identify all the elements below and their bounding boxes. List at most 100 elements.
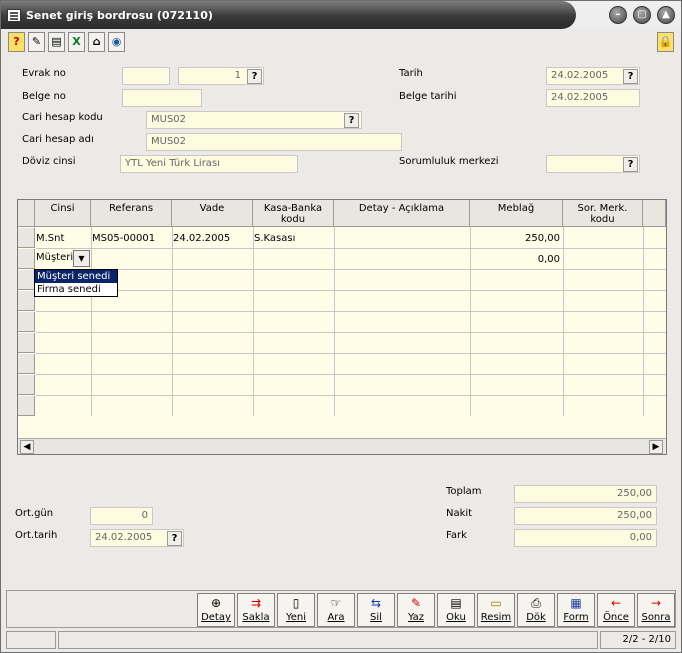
grid-line xyxy=(36,269,666,270)
help-icon[interactable]: ? xyxy=(8,32,25,52)
scroll-right-icon[interactable]: ▶ xyxy=(649,440,663,454)
belge-no-field[interactable] xyxy=(122,89,202,107)
evrak-no-lookup-button[interactable]: ? xyxy=(247,69,262,84)
cell-meblag[interactable]: 250,00 xyxy=(525,233,560,244)
oku-button[interactable]: ▤ Oku xyxy=(437,593,475,627)
row-header[interactable] xyxy=(18,354,35,374)
nakit-field: 250,00 xyxy=(514,507,657,525)
sil-label: Sil xyxy=(370,612,382,623)
col-header-detay[interactable]: Detay - Açıklama xyxy=(334,200,470,227)
yaz-button[interactable]: ✎ Yaz xyxy=(397,593,435,627)
oku-label: Oku xyxy=(446,612,466,623)
prev-icon: ← xyxy=(610,596,622,610)
toplam-field: 250,00 xyxy=(514,485,657,503)
row-header[interactable] xyxy=(18,375,35,395)
edit-icon[interactable]: ✎ xyxy=(28,32,45,52)
col-header-meblag[interactable]: Meblağ xyxy=(470,200,563,227)
zoom-icon: ⊕ xyxy=(210,596,222,610)
belge-tarihi-field[interactable]: 24.02.2005 xyxy=(546,89,640,107)
evrak-no-series-field[interactable] xyxy=(122,67,170,85)
ara-button[interactable]: ☞ Ara xyxy=(317,593,355,627)
col-header-sor[interactable]: Sor. Merk. kodu xyxy=(563,200,643,227)
yaz-label: Yaz xyxy=(407,612,425,623)
window-app-icon xyxy=(7,9,21,22)
row-header[interactable] xyxy=(18,396,35,416)
row-header[interactable] xyxy=(18,312,35,332)
sonra-button[interactable]: → Sonra xyxy=(637,593,675,627)
view-icon[interactable]: ◉ xyxy=(108,32,125,52)
sonra-label: Sonra xyxy=(641,612,671,623)
dok-label: Dök xyxy=(526,612,546,623)
resim-button[interactable]: ▭ Resim xyxy=(477,593,515,627)
nakit-label: Nakit xyxy=(446,508,473,519)
cari-kod-field[interactable]: MUS02 xyxy=(146,111,362,129)
ort-gun-field[interactable]: 0 xyxy=(90,507,153,525)
yeni-button[interactable]: ▯ Yeni xyxy=(277,593,315,627)
row-header[interactable] xyxy=(18,249,35,269)
grid-line xyxy=(36,248,666,249)
chevron-down-icon[interactable]: ▼ xyxy=(73,250,90,267)
dropdown-option[interactable]: Müşteri senedi xyxy=(35,270,117,283)
home-icon[interactable]: ⌂ xyxy=(88,32,105,52)
senet-grid[interactable]: Cinsi Referans Vade Kasa-Banka kodu Deta… xyxy=(17,199,667,455)
detay-label: Detay xyxy=(201,612,231,623)
col-header-kasa[interactable]: Kasa-Banka kodu xyxy=(253,200,334,227)
cinsi-dropdown-list[interactable]: Müşteri senedi Firma senedi xyxy=(34,269,118,297)
dok-button[interactable]: ⎙ Dök xyxy=(517,593,555,627)
sil-button[interactable]: ⇆ Sil xyxy=(357,593,395,627)
title-tab: Senet giriş bordrosu (072110) xyxy=(1,1,576,29)
once-button[interactable]: ← Önce xyxy=(597,593,635,627)
cell-cinsi-edit[interactable]: Müşteri s xyxy=(36,252,73,263)
form-icon: ▦ xyxy=(570,596,582,610)
minimize-button[interactable]: – xyxy=(609,6,627,24)
lock-icon[interactable]: 🔒 xyxy=(657,32,674,52)
toplam-label: Toplam xyxy=(446,486,482,497)
col-header-cinsi[interactable]: Cinsi xyxy=(35,200,91,227)
cell-cinsi[interactable]: M.Snt xyxy=(36,233,64,244)
title-bar: Senet giriş bordrosu (072110) – ▢ ▲ xyxy=(1,1,681,29)
cari-kod-lookup-button[interactable]: ? xyxy=(344,113,359,128)
write-icon: ✎ xyxy=(410,596,422,610)
col-header-vade[interactable]: Vade xyxy=(172,200,253,227)
doviz-field[interactable]: YTL Yeni Türk Lirası xyxy=(120,155,298,173)
toolbar: ? ✎ ▤ X ⌂ ◉ 🔒 xyxy=(1,30,681,56)
form-button[interactable]: ▦ Form xyxy=(557,593,595,627)
col-header-extra xyxy=(643,200,666,227)
action-bar: ⊕ Detay ⇉ Sakla ▯ Yeni ☞ Ara ⇆ Sil ✎ Yaz ▤ Oku … xyxy=(6,590,676,628)
next-icon: → xyxy=(650,596,662,610)
cell-vade[interactable]: 24.02.2005 xyxy=(173,233,230,244)
print-icon[interactable]: ▤ xyxy=(48,32,65,52)
status-page: 2/2 - 2/10 xyxy=(600,631,676,649)
row-header[interactable] xyxy=(18,228,35,248)
grid-line xyxy=(563,227,564,416)
ort-tarih-lookup-button[interactable]: ? xyxy=(167,531,182,546)
sakla-button[interactable]: ⇉ Sakla xyxy=(237,593,275,627)
maximize-button[interactable]: ▢ xyxy=(633,6,651,24)
sorumluluk-label: Sorumluluk merkezi xyxy=(399,156,499,167)
evrak-no-label: Evrak no xyxy=(22,68,66,79)
cell-meblag[interactable]: 0,00 xyxy=(538,254,560,265)
row-header[interactable] xyxy=(18,333,35,353)
belge-tarihi-label: Belge tarihi xyxy=(399,91,457,102)
status-middle xyxy=(58,631,598,649)
dropdown-option[interactable]: Firma senedi xyxy=(35,283,117,296)
row-header[interactable] xyxy=(18,270,35,290)
ara-label: Ara xyxy=(327,612,345,623)
col-header-referans[interactable]: Referans xyxy=(91,200,172,227)
cell-referans[interactable]: MS05-00001 xyxy=(92,233,155,244)
tarih-lookup-button[interactable]: ? xyxy=(623,69,638,84)
scroll-left-icon[interactable]: ◀ xyxy=(20,440,34,454)
horizontal-scrollbar[interactable]: ◀ ▶ xyxy=(18,438,666,454)
detay-button[interactable]: ⊕ Detay xyxy=(197,593,235,627)
close-button[interactable]: ▲ xyxy=(657,6,675,24)
row-header[interactable] xyxy=(18,291,35,311)
grid-line xyxy=(36,353,666,354)
cell-kasa[interactable]: S.Kasası xyxy=(254,233,295,244)
window-title: Senet giriş bordrosu (072110) xyxy=(26,9,213,22)
search-icon: ☞ xyxy=(330,596,342,610)
once-label: Önce xyxy=(603,612,629,623)
cari-adi-field[interactable]: MUS02 xyxy=(146,133,402,151)
excel-icon[interactable]: X xyxy=(68,32,85,52)
sorumluluk-lookup-button[interactable]: ? xyxy=(623,157,638,172)
read-icon: ▤ xyxy=(450,596,462,610)
